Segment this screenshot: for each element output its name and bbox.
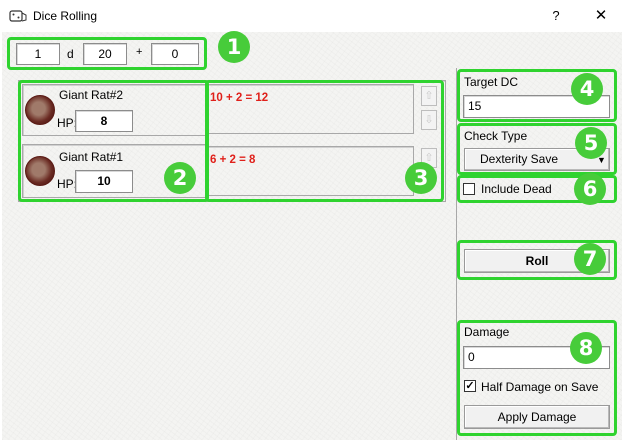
- half-damage-checkbox[interactable]: ✓: [464, 380, 476, 392]
- move-down-arrow-icon[interactable]: ⇩: [421, 110, 437, 130]
- window-title: Dice Rolling: [33, 9, 98, 23]
- check-type-value: Dexterity Save: [480, 152, 559, 166]
- check-type-label: Check Type: [464, 129, 528, 143]
- hp-input[interactable]: 10: [75, 170, 133, 193]
- target-dc-label: Target DC: [464, 75, 519, 89]
- roll-result-text: 10 + 2 = 12: [210, 92, 269, 104]
- help-button[interactable]: ?: [545, 5, 567, 27]
- roll-button-label: Roll: [525, 254, 549, 268]
- dice-d-label: d: [67, 47, 74, 61]
- annotation-badge: 1: [218, 31, 250, 63]
- target-name: Giant Rat#1: [59, 150, 124, 164]
- half-damage-label: Half Damage on Save: [481, 380, 599, 394]
- giant-rat-token-icon: [25, 156, 55, 186]
- move-up-arrow-icon[interactable]: ⇧: [421, 86, 437, 106]
- include-dead-label: Include Dead: [481, 182, 552, 196]
- dice-sides-input[interactable]: 20: [83, 43, 127, 65]
- damage-label: Damage: [464, 325, 510, 339]
- include-dead-checkbox[interactable]: [463, 183, 475, 195]
- hp-label: HP:: [57, 116, 78, 130]
- giant-rat-token-icon: [25, 95, 55, 125]
- column-divider: [456, 68, 457, 440]
- annotation-badge: 5: [575, 127, 607, 159]
- dice-plus-label: +: [136, 46, 143, 58]
- target-name: Giant Rat#2: [59, 88, 124, 102]
- title-bar: Dice Rolling ? ✕: [0, 0, 624, 32]
- annotation-badge: 2: [164, 162, 196, 194]
- dice-app-icon: [9, 10, 27, 22]
- hp-input[interactable]: 8: [75, 110, 133, 132]
- annotation-badge: 6: [574, 173, 606, 205]
- annotation-badge: 4: [571, 73, 603, 105]
- hp-label: HP:: [57, 177, 78, 191]
- apply-damage-button-label: Apply Damage: [497, 410, 577, 424]
- apply-damage-button[interactable]: Apply Damage: [464, 405, 610, 429]
- dice-modifier-input[interactable]: 0: [151, 43, 199, 65]
- annotation-badge: 7: [574, 243, 606, 275]
- annotation-badge: 8: [570, 332, 602, 364]
- close-button[interactable]: ✕: [590, 5, 612, 27]
- roll-result-text: 6 + 2 = 8: [210, 154, 256, 166]
- annotation-badge: 3: [405, 162, 437, 194]
- dice-count-input[interactable]: 1: [16, 43, 60, 65]
